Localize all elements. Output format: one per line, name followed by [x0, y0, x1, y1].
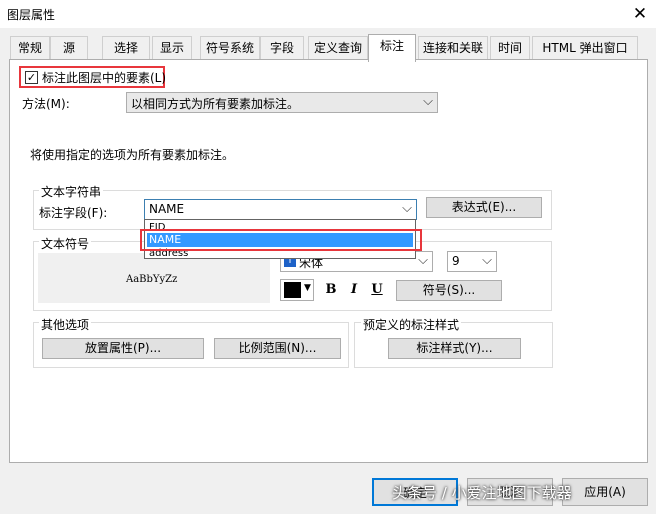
color-swatch [284, 282, 301, 298]
window-title: 图层属性 [7, 8, 56, 22]
method-select[interactable]: 以相同方式为所有要素加标注。 ⌵ [126, 92, 438, 113]
underline-button[interactable]: U [366, 279, 388, 301]
tab-general[interactable]: 常规 [10, 36, 50, 60]
label-styles-button[interactable]: 标注样式(Y)... [388, 338, 521, 359]
checkbox-label: 标注此图层中的要素(L) [42, 71, 167, 85]
tab-symbology[interactable]: 符号系统 [200, 36, 260, 60]
label-field-label: 标注字段(F): [39, 206, 108, 220]
text-string-title: 文本字符串 [39, 183, 104, 200]
label-field-select[interactable]: NAME ⌵ [144, 199, 417, 220]
annotation-highlight-box [140, 229, 422, 251]
chevron-down-icon: ▼ [304, 283, 311, 293]
color-picker-button[interactable]: ▼ [280, 279, 314, 301]
italic-button[interactable]: I [343, 279, 365, 301]
chevron-down-icon: ⌵ [418, 253, 428, 268]
tab-display[interactable]: 显示 [152, 36, 192, 60]
tab-joins-relates[interactable]: 连接和关联 [418, 36, 488, 60]
expression-button[interactable]: 表达式(E)... [426, 197, 542, 218]
tab-definition-query[interactable]: 定义查询 [308, 36, 368, 60]
font-size-value: 9 [452, 254, 460, 268]
symbol-preview: AaBbYyZz [38, 253, 270, 303]
chevron-down-icon: ⌵ [423, 94, 433, 109]
method-label: 方法(M): [22, 97, 70, 111]
preview-sample-text: AaBbYyZz [126, 274, 178, 285]
title-bar: 图层属性 ✕ [0, 0, 656, 28]
bold-button[interactable]: B [320, 279, 342, 301]
tab-selection[interactable]: 选择 [102, 36, 150, 60]
chevron-down-icon: ⌵ [402, 201, 412, 216]
description-text: 将使用指定的选项为所有要素加标注。 [30, 148, 235, 162]
tab-time[interactable]: 时间 [490, 36, 530, 60]
font-size-select[interactable]: 9 ⌵ [447, 251, 497, 272]
scale-range-button[interactable]: 比例范围(N)... [214, 338, 341, 359]
close-icon[interactable]: ✕ [628, 2, 652, 26]
tab-labels[interactable]: 标注 [368, 34, 416, 62]
checkbox-box[interactable]: ✓ [25, 71, 38, 84]
predefined-style-title: 预定义的标注样式 [361, 316, 462, 333]
tab-fields[interactable]: 字段 [260, 36, 304, 60]
chevron-down-icon: ⌵ [482, 253, 492, 268]
tab-source[interactable]: 源 [50, 36, 88, 60]
label-field-value: NAME [149, 202, 185, 216]
apply-button[interactable]: 应用(A) [562, 478, 648, 506]
watermark-text: 头条号 / 小爱注地图下载器 [392, 484, 572, 502]
symbol-button[interactable]: 符号(S)... [396, 280, 502, 301]
label-features-checkbox[interactable]: ✓ 标注此图层中的要素(L) [19, 66, 167, 88]
tab-html-popup[interactable]: HTML 弹出窗口 [532, 36, 638, 60]
placement-properties-button[interactable]: 放置属性(P)... [42, 338, 204, 359]
text-symbol-title: 文本符号 [39, 235, 92, 252]
method-value: 以相同方式为所有要素加标注。 [131, 97, 300, 111]
other-options-title: 其他选项 [39, 316, 92, 333]
